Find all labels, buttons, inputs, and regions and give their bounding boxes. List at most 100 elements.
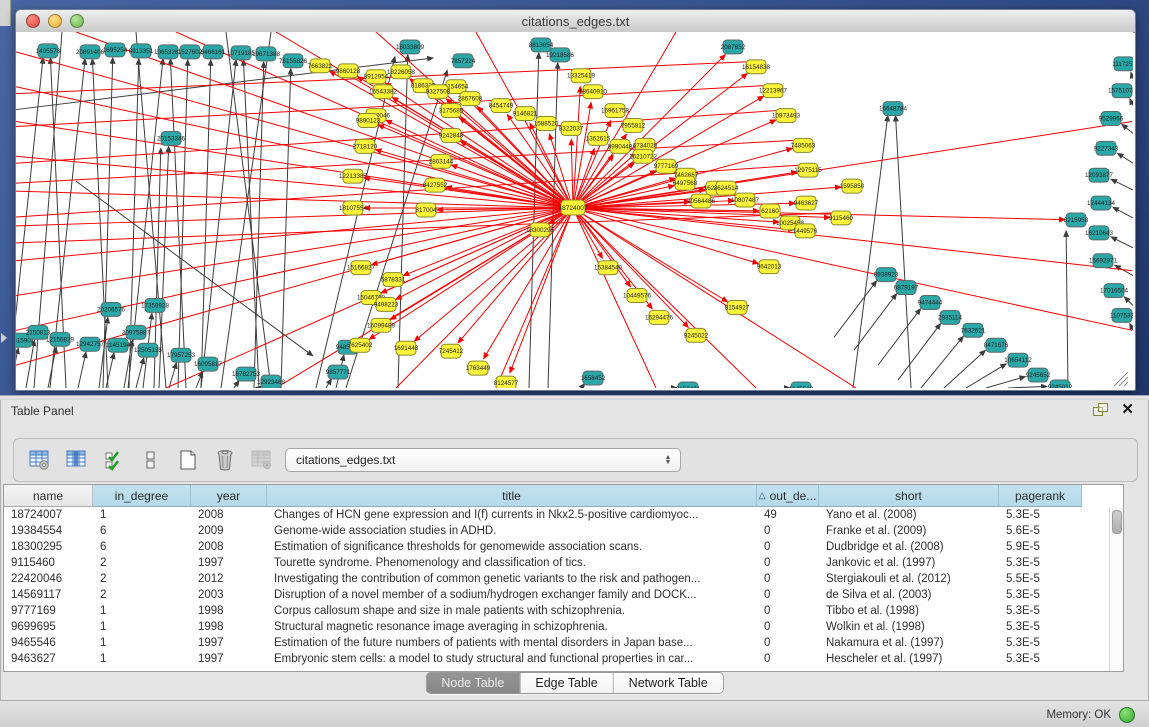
table-row[interactable]: 1830029562008Estimation of significance … bbox=[4, 539, 1110, 555]
column-header-short[interactable]: short bbox=[819, 485, 999, 507]
table-toolbar: 2 22">f(x) citations_edges.txt ▲▼ bbox=[13, 438, 1138, 482]
table-settings-icon[interactable] bbox=[28, 448, 52, 472]
close-panel-icon[interactable]: ✕ bbox=[1121, 403, 1134, 416]
svg-text:817004: 817004 bbox=[416, 207, 437, 214]
scrollbar-thumb[interactable] bbox=[1112, 510, 1122, 534]
table-row[interactable]: 946554611997Estimation of the future num… bbox=[4, 635, 1110, 651]
cell-title: Genome-wide association studies in ADHD. bbox=[267, 525, 757, 537]
svg-text:12444134: 12444134 bbox=[1087, 200, 1115, 207]
column-header-out-de-[interactable]: △out_de... bbox=[757, 485, 819, 507]
svg-text:17016504: 17016504 bbox=[1100, 288, 1128, 295]
table-panel: Table Panel ✕ 2 22">f(x) citations_edges… bbox=[0, 400, 1149, 700]
cytoscape-app: citations_edges.txt 14055782089140616952… bbox=[0, 0, 1149, 727]
network-canvas[interactable]: 1405578208914061695254891335110653287152… bbox=[16, 32, 1133, 388]
svg-text:13325419: 13325419 bbox=[567, 73, 595, 80]
table-selector-dropdown[interactable]: citations_edges.txt ▲▼ bbox=[285, 448, 681, 472]
zoom-window-icon[interactable] bbox=[70, 14, 84, 28]
svg-text:1527602: 1527602 bbox=[178, 49, 203, 56]
cell-in-degree: 2 bbox=[93, 573, 191, 585]
svg-text:1645529: 1645529 bbox=[789, 386, 814, 388]
svg-text:1595850: 1595850 bbox=[840, 183, 865, 190]
cell-title: Estimation of the future numbers of pati… bbox=[267, 637, 757, 649]
table-selector-value: citations_edges.txt bbox=[286, 453, 660, 467]
cell-year: 1998 bbox=[191, 605, 267, 617]
svg-text:7245412: 7245412 bbox=[439, 348, 464, 355]
cell-name: 9115460 bbox=[4, 557, 93, 569]
svg-text:9242848: 9242848 bbox=[439, 132, 464, 139]
cell-title: Disruption of a novel member of a sodium… bbox=[267, 589, 757, 601]
memory-ok-icon[interactable] bbox=[1119, 707, 1135, 723]
svg-text:76155826: 76155826 bbox=[279, 58, 307, 65]
row-height-icon[interactable] bbox=[139, 448, 163, 472]
svg-text:16033809: 16033809 bbox=[396, 44, 424, 51]
svg-text:2718120: 2718120 bbox=[353, 143, 378, 150]
sort-ascending-icon: △ bbox=[759, 490, 766, 501]
column-header-in-degree[interactable]: in_degree bbox=[93, 485, 191, 507]
minimize-window-icon[interactable] bbox=[48, 14, 62, 28]
close-window-icon[interactable] bbox=[26, 14, 40, 28]
svg-text:20564486: 20564486 bbox=[687, 198, 715, 205]
table-row[interactable]: 1872400712008Changes of HCN gene express… bbox=[4, 507, 1110, 523]
cell-out-de-: 0 bbox=[757, 653, 819, 665]
svg-text:8471676: 8471676 bbox=[984, 342, 1009, 349]
cell-pagerank: 5.3E-5 bbox=[999, 637, 1082, 649]
svg-text:20206576: 20206576 bbox=[97, 306, 125, 313]
tab-node-table[interactable]: Node Table bbox=[426, 673, 520, 693]
column-header-name[interactable]: name bbox=[4, 485, 93, 507]
column-header-year[interactable]: year bbox=[191, 485, 267, 507]
svg-text:1695254: 1695254 bbox=[103, 47, 128, 54]
cell-out-de-: 0 bbox=[757, 621, 819, 633]
svg-text:1362615: 1362615 bbox=[586, 135, 611, 142]
cell-year: 2012 bbox=[191, 573, 267, 585]
import-table-icon[interactable]: 2 22"> bbox=[250, 448, 274, 472]
table-row[interactable]: 2242004622012Investigating the contribut… bbox=[4, 571, 1110, 587]
table-row[interactable]: 1938455462009Genome-wide association stu… bbox=[4, 523, 1110, 539]
cell-short: Nakamura et al. (1997) bbox=[819, 637, 999, 649]
cell-short: Jankovic et al. (1997) bbox=[819, 557, 999, 569]
edit-values-icon[interactable] bbox=[102, 448, 126, 472]
svg-text:6734028: 6734028 bbox=[633, 142, 658, 149]
node-table: namein_degreeyeartitle△out_de...shortpag… bbox=[3, 484, 1124, 672]
table-row[interactable]: 969969511998Structural magnetic resonanc… bbox=[4, 619, 1110, 635]
new-column-icon[interactable] bbox=[176, 448, 200, 472]
select-column-icon[interactable] bbox=[65, 448, 89, 472]
cell-title: Tourette syndrome. Phenomenology and cla… bbox=[267, 557, 757, 569]
cell-year: 2003 bbox=[191, 589, 267, 601]
svg-text:3624514: 3624514 bbox=[714, 185, 739, 192]
tab-edge-table[interactable]: Edge Table bbox=[520, 673, 613, 693]
table-row[interactable]: 1456911722003Disruption of a novel membe… bbox=[4, 587, 1110, 603]
svg-text:7955812: 7955812 bbox=[621, 122, 646, 129]
collapsed-panel-handle-icon[interactable] bbox=[1, 333, 7, 343]
svg-text:5878331: 5878331 bbox=[381, 277, 406, 284]
network-window-titlebar[interactable]: citations_edges.txt bbox=[16, 10, 1135, 33]
table-vertical-scrollbar[interactable] bbox=[1109, 507, 1123, 671]
svg-text:6497568: 6497568 bbox=[673, 180, 698, 187]
delete-column-icon[interactable] bbox=[213, 448, 237, 472]
table-row[interactable]: 946362711997Embryonic stem cells: a mode… bbox=[4, 651, 1110, 667]
table-row[interactable]: 911546021997Tourette syndrome. Phenomeno… bbox=[4, 555, 1110, 571]
svg-text:1117253: 1117253 bbox=[1112, 61, 1133, 68]
svg-text:8454749: 8454749 bbox=[489, 103, 514, 110]
svg-text:17957253: 17957253 bbox=[167, 352, 195, 359]
column-header-pagerank[interactable]: pagerank bbox=[999, 485, 1082, 507]
svg-text:16543382: 16543382 bbox=[369, 89, 397, 96]
cell-title: Investigating the contribution of common… bbox=[267, 573, 757, 585]
cell-name: 9465546 bbox=[4, 637, 93, 649]
tab-network-table[interactable]: Network Table bbox=[614, 673, 723, 693]
float-panel-icon[interactable] bbox=[1093, 403, 1107, 416]
cell-pagerank: 5.5E-5 bbox=[999, 573, 1082, 585]
cell-short: Franke et al. (2009) bbox=[819, 525, 999, 537]
column-header-title[interactable]: title bbox=[267, 485, 757, 507]
svg-text:7857224: 7857224 bbox=[451, 58, 476, 65]
cell-out-de-: 0 bbox=[757, 525, 819, 537]
svg-text:12156829: 12156829 bbox=[46, 336, 74, 343]
cell-name: 18724007 bbox=[4, 509, 93, 521]
cell-year: 2009 bbox=[191, 525, 267, 537]
svg-text:1449576: 1449576 bbox=[793, 228, 818, 235]
svg-text:9529966: 9529966 bbox=[1099, 116, 1124, 123]
svg-text:8427552: 8427552 bbox=[423, 182, 448, 189]
svg-text:9474444: 9474444 bbox=[918, 299, 943, 306]
table-row[interactable]: 977716911998Corpus callosum shape and si… bbox=[4, 603, 1110, 619]
cell-name: 18300295 bbox=[4, 541, 93, 553]
svg-text:12213387: 12213387 bbox=[339, 173, 367, 180]
